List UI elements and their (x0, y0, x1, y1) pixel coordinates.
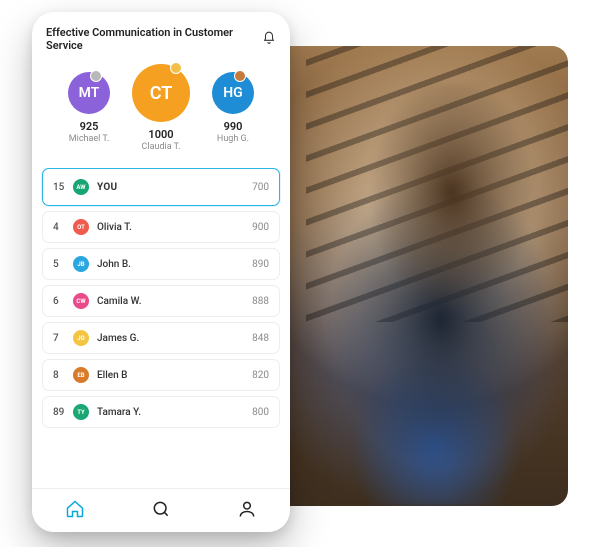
row-name: Ellen B (97, 370, 252, 381)
nav-profile[interactable] (237, 499, 257, 523)
list-row[interactable]: 8 EB Ellen B 820 (42, 359, 280, 391)
nav-search[interactable] (151, 499, 171, 523)
row-score: 800 (252, 407, 269, 418)
list-row[interactable]: 89 TY Tamara Y. 800 (42, 396, 280, 428)
avatar: HG (212, 72, 254, 114)
podium-score: 925 (80, 120, 99, 133)
row-name: James G. (97, 333, 252, 344)
rank: 7 (53, 333, 73, 344)
row-name: Camila W. (97, 296, 252, 307)
avatar: OT (73, 219, 89, 235)
podium-name: Claudia T. (142, 142, 181, 152)
page-title: Effective Communication in Customer Serv… (46, 26, 262, 52)
gold-medal-icon (170, 62, 182, 74)
list-row[interactable]: 6 CW Camila W. 888 (42, 285, 280, 317)
avatar: MT (68, 72, 110, 114)
podium-third[interactable]: HG 990 Hugh G. (212, 72, 254, 144)
row-score: 820 (252, 370, 269, 381)
row-name: John B. (97, 259, 252, 270)
avatar: JG (73, 330, 89, 346)
podium-second[interactable]: MT 925 Michael T. (68, 72, 110, 144)
bottom-nav (32, 488, 290, 532)
avatar: EB (73, 367, 89, 383)
podium-first[interactable]: CT 1000 Claudia T. (132, 64, 190, 152)
avatar: AW (73, 179, 89, 195)
leaderboard-list: 15 AW YOU 700 4 OT Olivia T. 900 5 JB Jo… (32, 168, 290, 488)
rank: 6 (53, 296, 73, 307)
row-score: 888 (252, 296, 269, 307)
row-score: 848 (252, 333, 269, 344)
avatar: TY (73, 404, 89, 420)
list-row[interactable]: 4 OT Olivia T. 900 (42, 211, 280, 243)
rank: 4 (53, 222, 73, 233)
notifications-icon[interactable] (262, 31, 276, 48)
list-row[interactable]: 7 JG James G. 848 (42, 322, 280, 354)
leaderboard-podium: MT 925 Michael T. CT 1000 Claudia T. HG … (32, 60, 290, 168)
list-row[interactable]: 5 JB John B. 890 (42, 248, 280, 280)
row-name: YOU (97, 182, 252, 193)
row-score: 900 (252, 222, 269, 233)
podium-score: 990 (224, 120, 243, 133)
avatar: CW (73, 293, 89, 309)
row-score: 700 (252, 182, 269, 193)
rank: 5 (53, 259, 73, 270)
podium-score: 1000 (148, 128, 173, 141)
podium-name: Michael T. (69, 134, 109, 144)
podium-name: Hugh G. (217, 134, 249, 144)
phone-frame: Effective Communication in Customer Serv… (32, 12, 290, 532)
row-score: 890 (252, 259, 269, 270)
nav-home[interactable] (65, 499, 85, 523)
list-row-you[interactable]: 15 AW YOU 700 (42, 168, 280, 206)
silver-medal-icon (90, 70, 102, 82)
avatar: JB (73, 256, 89, 272)
row-name: Tamara Y. (97, 407, 252, 418)
rank: 15 (53, 182, 73, 193)
avatar: CT (132, 64, 190, 122)
rank: 89 (53, 407, 73, 418)
header: Effective Communication in Customer Serv… (32, 12, 290, 60)
rank: 8 (53, 370, 73, 381)
row-name: Olivia T. (97, 222, 252, 233)
bronze-medal-icon (234, 70, 246, 82)
